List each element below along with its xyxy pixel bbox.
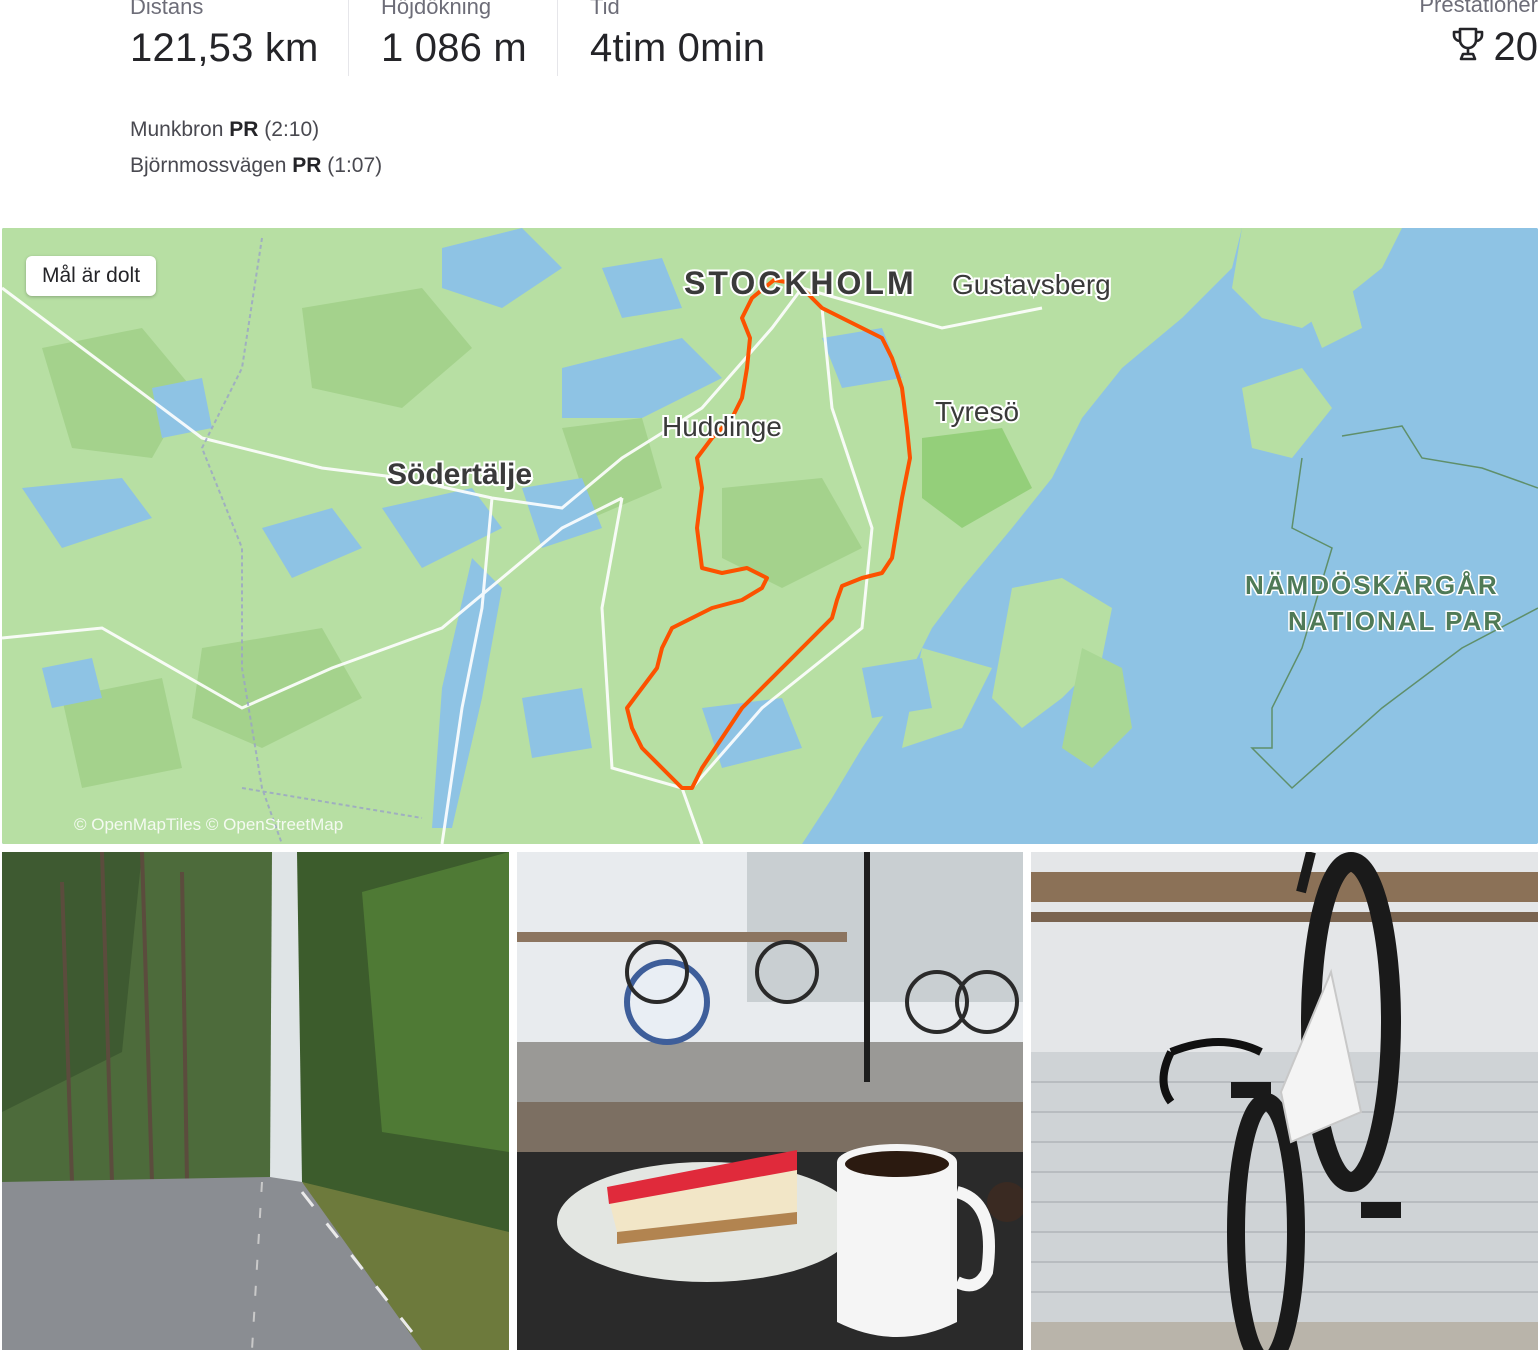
label-park-line1: NÄMDÖSKÄRGÅR [1245, 570, 1499, 600]
stat-value: 121,53 km [130, 26, 319, 70]
stat-value: 1 086 m [381, 26, 527, 70]
segment-time: (2:10) [264, 118, 320, 141]
stat-label: Distans [130, 0, 204, 19]
divider [348, 0, 349, 76]
achievements[interactable]: Prestationer 20 [1419, 0, 1538, 67]
stat-time: Tid 4tim 0min [590, 0, 765, 68]
label-stockholm: STOCKHOLM [684, 265, 917, 301]
bike-hanging-photo[interactable] [1031, 852, 1538, 1350]
segment-name[interactable]: Björnmossvägen [130, 154, 286, 177]
map-canvas[interactable]: STOCKHOLM Södertälje Gustavsberg Hudding… [2, 228, 1538, 844]
pr-badge: PR [229, 118, 259, 141]
stat-distance: Distans 121,53 km [130, 0, 319, 68]
cafe-cheesecake-photo[interactable] [517, 852, 1023, 1350]
pr-badge: PR [292, 154, 322, 177]
segment-list: Munkbron PR (2:10) Björnmossvägen PR (1:… [130, 116, 382, 188]
label-tyreso: Tyresö [935, 396, 1019, 427]
label-gustavsberg: Gustavsberg [952, 269, 1111, 300]
label-park-line2: NATIONAL PAR [1288, 606, 1504, 636]
segment-time: (1:07) [327, 154, 383, 177]
forest-road-photo[interactable] [2, 852, 509, 1350]
route-map[interactable]: STOCKHOLM Södertälje Gustavsberg Hudding… [2, 228, 1538, 844]
goal-hidden-badge: Mål är dolt [26, 256, 157, 296]
trophy-icon [1450, 26, 1486, 67]
stat-value: 4tim 0min [590, 26, 766, 70]
stat-label: Tid [590, 0, 620, 19]
achievements-count: 20 [1493, 24, 1538, 69]
segment-item[interactable]: Björnmossvägen PR (1:07) [130, 152, 382, 188]
segment-name[interactable]: Munkbron [130, 118, 223, 141]
label-sodertalje: Södertälje [387, 458, 532, 491]
map-attribution[interactable]: © OpenMapTiles © OpenStreetMap [74, 815, 343, 835]
stat-elevation: Höjdökning 1 086 m [381, 0, 527, 68]
segment-item[interactable]: Munkbron PR (2:10) [130, 116, 382, 152]
label-huddinge: Huddinge [662, 411, 782, 442]
divider [557, 0, 558, 76]
stat-label: Höjdökning [381, 0, 492, 19]
achievements-label: Prestationer [1419, 0, 1538, 17]
